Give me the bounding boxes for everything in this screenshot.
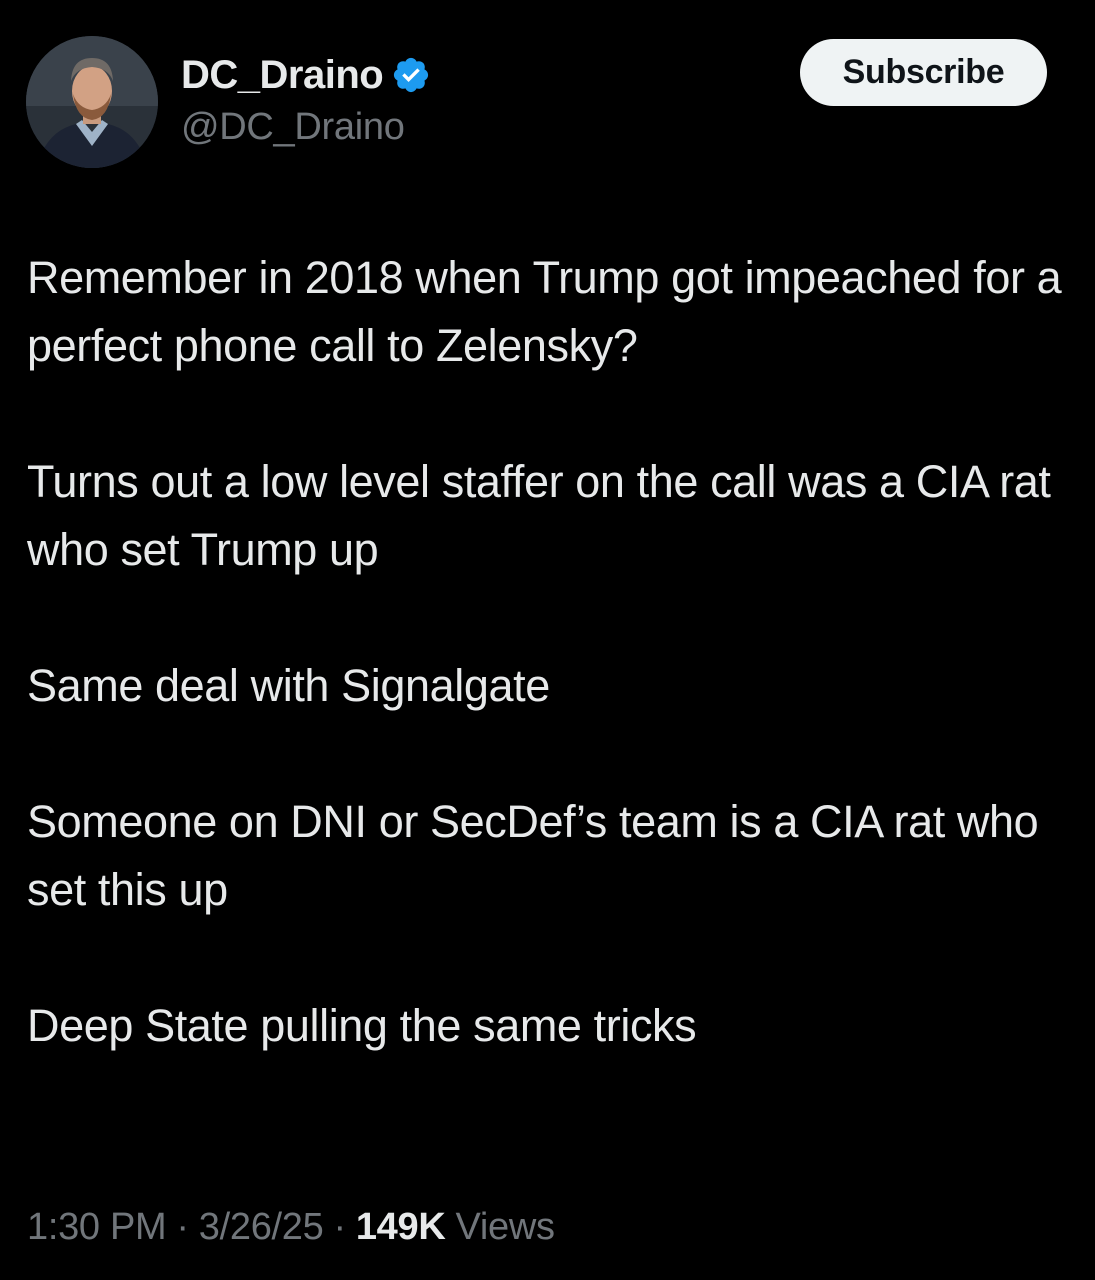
tweet-date[interactable]: 3/26/25 — [199, 1206, 324, 1249]
author-display-name[interactable]: DC_Draino — [181, 53, 384, 98]
tweet-paragraph: Remember in 2018 when Trump got impeache… — [27, 252, 1062, 371]
tweet-meta: 1:30 PM · 3/26/25 · 149K Views — [27, 1206, 555, 1249]
tweet: DC_Draino @DC_Draino Subscribe Remember … — [0, 0, 1095, 1280]
tweet-paragraph: Deep State pulling the same tricks — [27, 1000, 697, 1051]
subscribe-button[interactable]: Subscribe — [800, 39, 1047, 106]
tweet-paragraph: Same deal with Signalgate — [27, 660, 550, 711]
tweet-paragraph: Someone on DNI or SecDef’s team is a CIA… — [27, 796, 1039, 915]
author-handle[interactable]: @DC_Draino — [181, 106, 405, 149]
avatar[interactable] — [26, 36, 158, 168]
verified-badge-icon — [391, 55, 431, 95]
meta-separator: · — [333, 1206, 346, 1248]
views-label: Views — [455, 1206, 555, 1248]
author-name-row: DC_Draino — [181, 52, 431, 98]
tweet-paragraph: Turns out a low level staffer on the cal… — [27, 456, 1051, 575]
views-count: 149K — [355, 1206, 446, 1248]
tweet-time[interactable]: 1:30 PM — [27, 1206, 167, 1249]
avatar-photo — [26, 36, 158, 168]
tweet-text: Remember in 2018 when Trump got impeache… — [27, 244, 1077, 1060]
meta-separator: · — [176, 1206, 189, 1248]
